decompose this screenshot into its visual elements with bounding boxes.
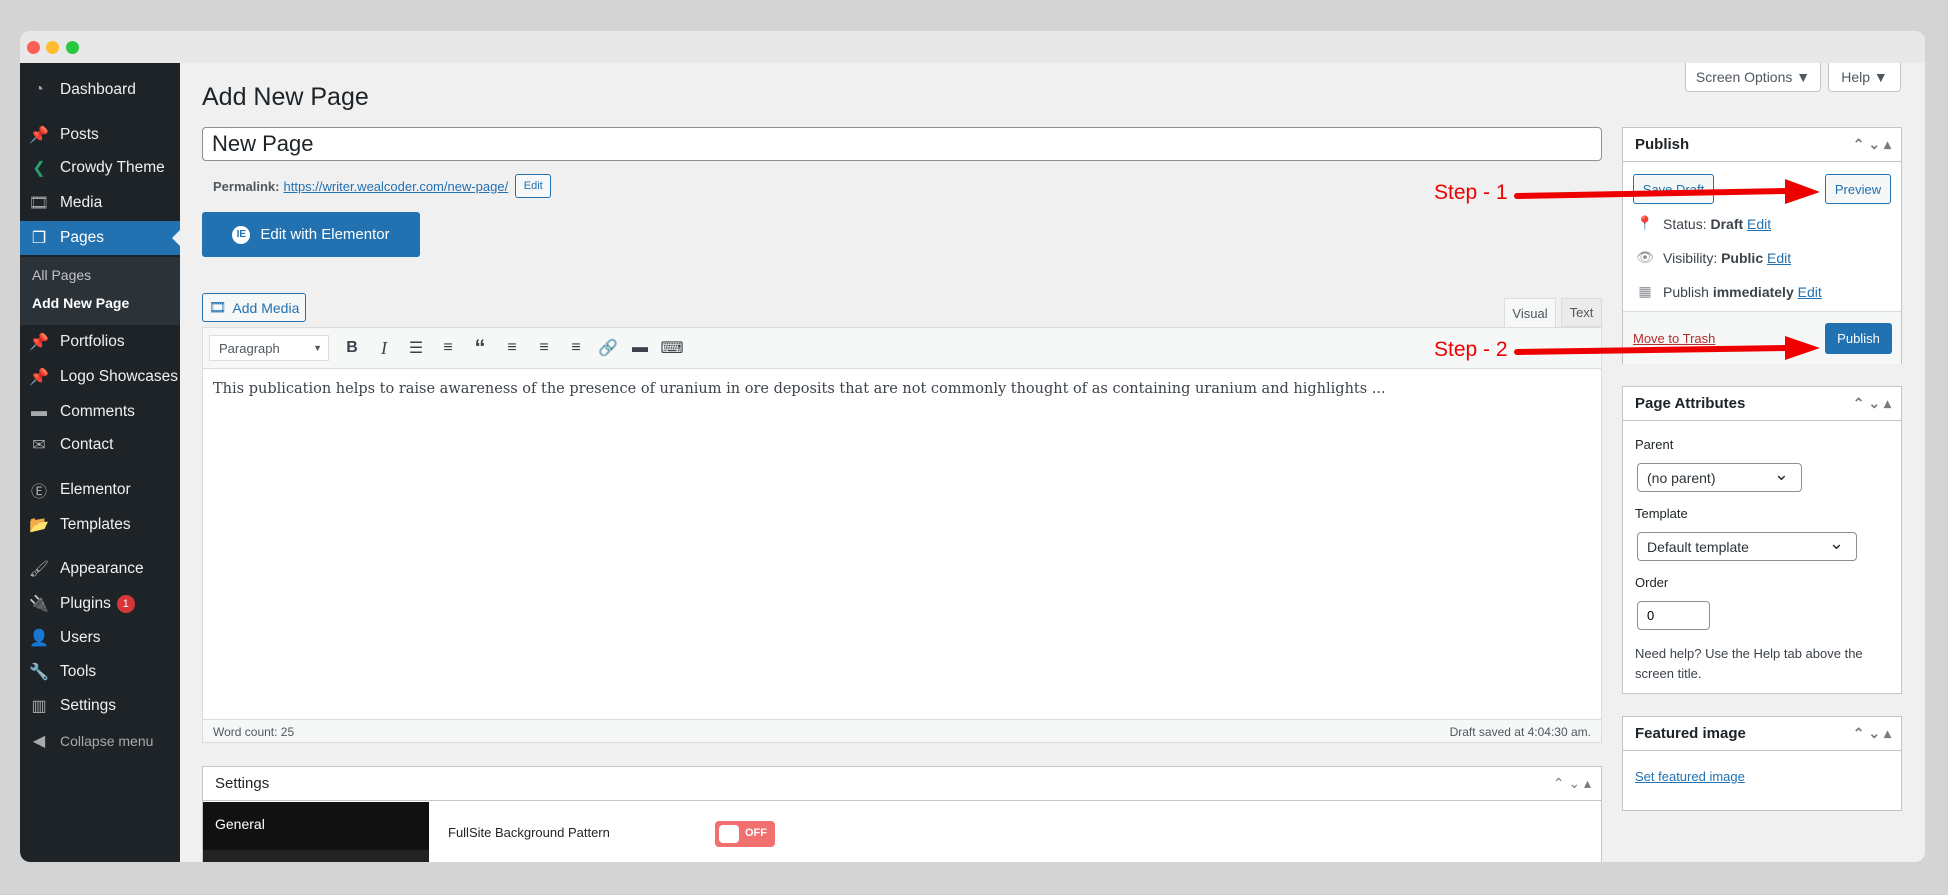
browser-window: ◔ Dashboard 📌 Posts ❮ Crowdy Theme 🎞 Media ❐ Page…: [20, 31, 1925, 862]
step-1-arrowhead: [1785, 179, 1820, 204]
annotation-arrows: [1514, 179, 1820, 360]
step-2-arrow: [1514, 345, 1791, 355]
step-2-arrowhead: [1785, 336, 1820, 360]
step-1-arrow: [1514, 188, 1791, 199]
